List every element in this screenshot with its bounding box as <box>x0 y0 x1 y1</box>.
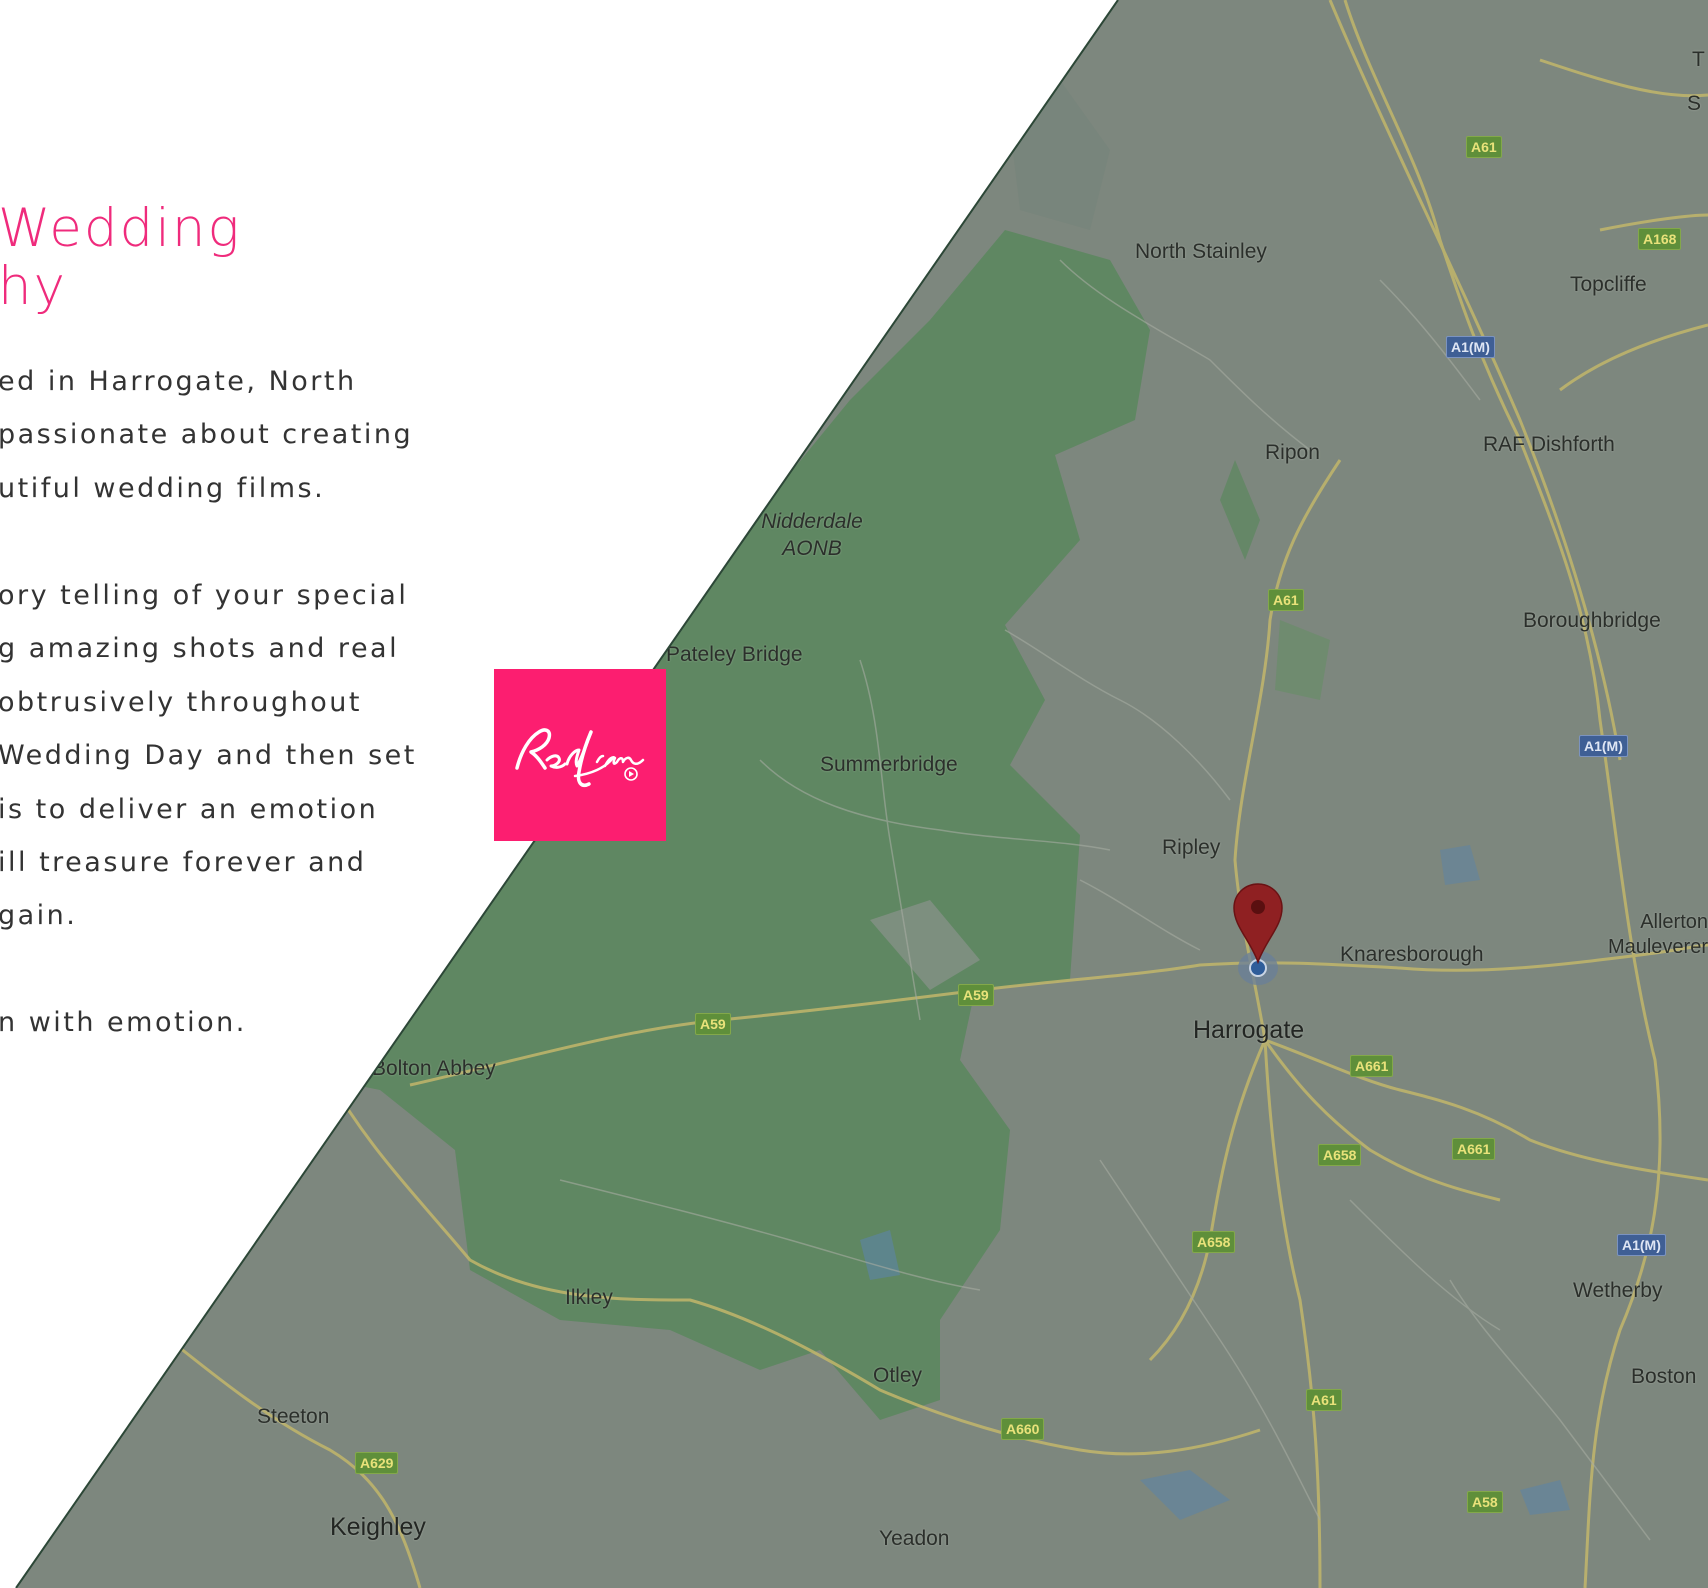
nidderdale-line-2: AONB <box>782 537 842 560</box>
page: Wedding hy ed in Harrogate, North passio… <box>0 0 1708 1588</box>
place-ilkley: Ilkley <box>565 1286 613 1309</box>
road-badge-a1m: A1(M) <box>1446 336 1495 358</box>
intro-paragraph-1: ed in Harrogate, North passionate about … <box>0 355 458 515</box>
road-badge-a629: A629 <box>355 1452 399 1474</box>
road-badge-a168: A168 <box>1638 228 1682 250</box>
road-badge-a660: A660 <box>1001 1418 1045 1440</box>
text-line: Wedding Day and then set <box>0 740 417 772</box>
road-badge-a58: A58 <box>1467 1491 1503 1513</box>
place-nidderdale-aonb: Nidderdale AONB <box>752 508 872 562</box>
place-yeadon: Yeadon <box>879 1527 950 1550</box>
page-heading: Wedding hy <box>0 200 241 316</box>
place-pateley-bridge: Pateley Bridge <box>666 643 803 666</box>
place-wetherby: Wetherby <box>1573 1279 1663 1302</box>
intro-paragraph-3: n with emotion. <box>0 996 458 1049</box>
place-north-stainley: North Stainley <box>1135 240 1267 263</box>
place-ripon: Ripon <box>1265 441 1320 464</box>
heading-line-1: Wedding <box>0 198 242 259</box>
allerton-line-1: Allerton <box>1640 911 1708 933</box>
road-badge-a661: A661 <box>1452 1138 1496 1160</box>
road-badge-a61: A61 <box>1466 136 1502 158</box>
text-line: ory telling of your special <box>0 580 409 611</box>
redlime-logo[interactable] <box>494 669 666 841</box>
road-badge-a59: A59 <box>958 984 994 1006</box>
text-line: n with emotion. <box>0 1007 247 1038</box>
place-knaresborough: Knaresborough <box>1340 943 1484 966</box>
road-badge-a1m: A1(M) <box>1579 735 1628 757</box>
place-summerbridge: Summerbridge <box>820 753 958 776</box>
place-bolton-abbey: Bolton Abbey <box>372 1057 496 1080</box>
place-boroughbridge: Boroughbridge <box>1523 609 1661 632</box>
text-line: passionate about creating <box>0 419 414 451</box>
road-badge-a658: A658 <box>1318 1144 1362 1166</box>
text-line: g amazing shots and real <box>0 633 400 665</box>
text-line: utiful wedding films. <box>0 472 326 504</box>
road-badge-a61: A61 <box>1306 1389 1342 1411</box>
text-line: obtrusively throughout <box>0 686 362 718</box>
text-line: ed in Harrogate, North <box>0 366 357 397</box>
place-topcliffe: Topcliffe <box>1570 273 1647 296</box>
place-boston: Boston <box>1631 1365 1697 1388</box>
allerton-line-2: Mauleverer <box>1607 936 1708 958</box>
place-keighley: Keighley <box>330 1513 426 1541</box>
place-otley: Otley <box>873 1364 923 1387</box>
place-ripley: Ripley <box>1162 836 1221 859</box>
place-harrogate: Harrogate <box>1193 1016 1305 1044</box>
nidderdale-line-1: Nidderdale <box>761 510 863 533</box>
text-line: is to deliver an emotion <box>0 793 379 825</box>
place-raf-dishforth: RAF Dishforth <box>1483 433 1615 456</box>
place-edge-s: S <box>1687 92 1702 115</box>
road-badge-a61: A61 <box>1268 589 1304 611</box>
road-badge-a1m: A1(M) <box>1617 1234 1666 1256</box>
text-line: gain. <box>0 900 78 932</box>
place-allerton-mauleverer: Allerton Mauleverer <box>1600 910 1708 960</box>
road-badge-a661: A661 <box>1350 1055 1394 1077</box>
place-edge-t: T <box>1692 48 1705 71</box>
redlime-logo-mark <box>515 728 645 787</box>
road-badge-a59: A59 <box>695 1013 731 1035</box>
intro-paragraph-2: ory telling of your special g amazing sh… <box>0 569 458 943</box>
text-line: ill treasure forever and <box>0 847 367 879</box>
place-steeton: Steeton <box>257 1405 330 1428</box>
road-badge-a658: A658 <box>1192 1231 1236 1253</box>
heading-line-2: hy <box>0 256 67 317</box>
